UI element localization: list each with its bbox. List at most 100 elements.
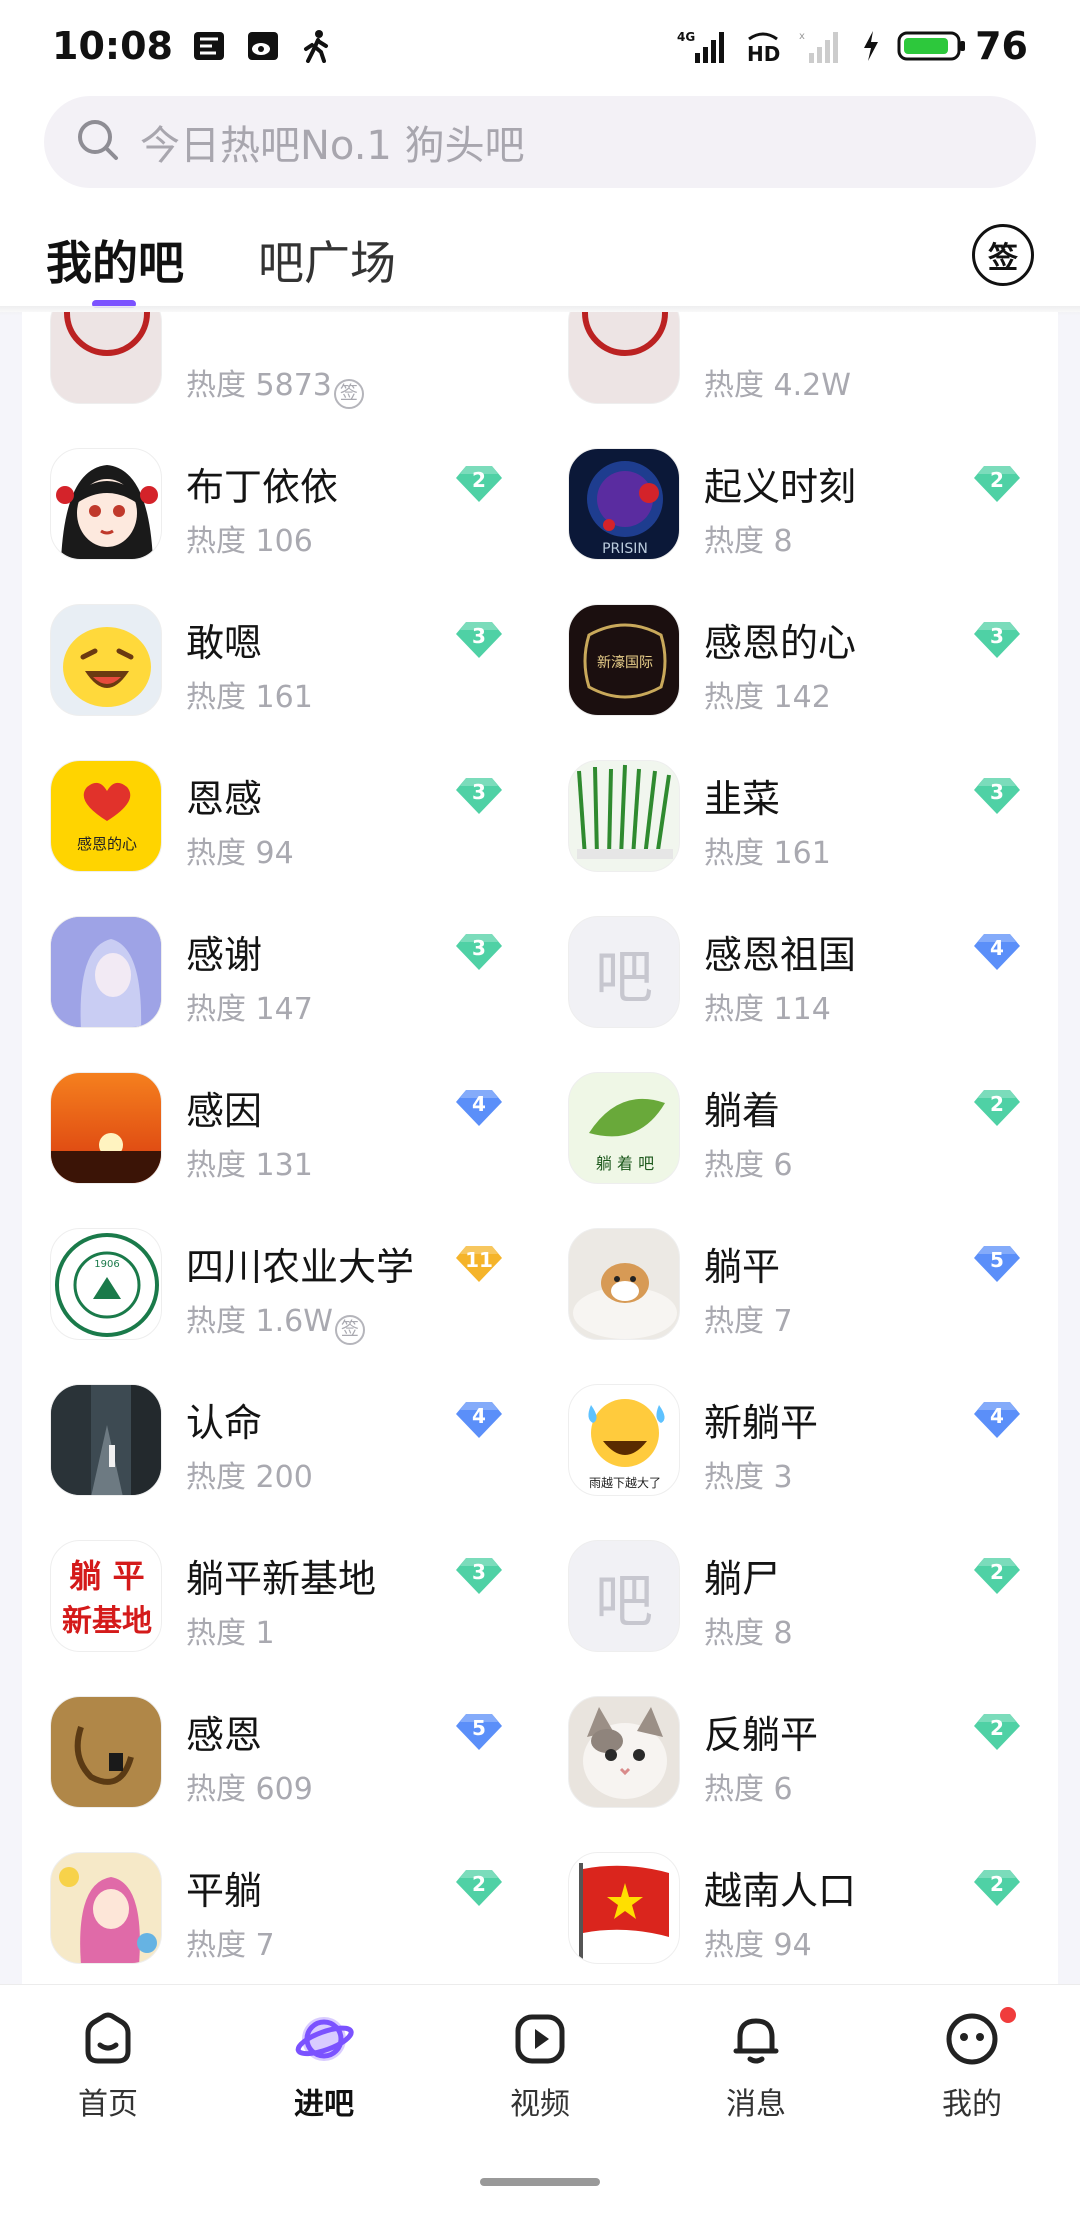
bar-card[interactable]: 敢嗯 热度 161 3	[22, 568, 540, 724]
bar-card[interactable]: 热度 4.2W	[540, 312, 1058, 412]
bar-avatar: 雨越下越大了	[568, 1384, 680, 1496]
bar-row: 感谢 热度 147 3 吧 感恩祖国 热度 114 4	[22, 880, 1058, 1036]
search-input[interactable]: 今日热吧No.1 狗头吧	[44, 96, 1036, 188]
svg-text:PRISIN: PRISIN	[602, 541, 648, 557]
level-badge: 3	[454, 932, 504, 972]
bar-avatar	[568, 312, 680, 404]
bar-card[interactable]: 韭菜热度 161 3	[540, 724, 1058, 880]
level-badge: 2	[454, 1868, 504, 1908]
level-number: 5	[472, 1716, 486, 1740]
bar-name: 起义时刻	[704, 465, 857, 509]
battery-icon	[897, 28, 967, 64]
nav-video[interactable]: 视频	[432, 1985, 648, 2134]
bar-name: 四川农业大学	[186, 1245, 415, 1289]
signed-icon: 签	[334, 1315, 365, 1345]
level-number: 2	[990, 1560, 1004, 1584]
bar-card[interactable]: 认命 热度 200 4	[22, 1348, 540, 1504]
bar-card[interactable]: 雨越下越大了 新躺平 热度 3 4	[540, 1348, 1058, 1504]
bar-avatar: 新濠国际	[568, 604, 680, 716]
bar-heat-text: 热度 106	[186, 524, 313, 559]
bar-heat-text: 热度 8	[704, 524, 793, 559]
bar-card[interactable]: 躺 平新基地 躺平新基地 热度 1 3	[22, 1504, 540, 1660]
svg-text:1906: 1906	[94, 1259, 119, 1270]
bar-card[interactable]: 平躺热度 7 2	[22, 1816, 540, 1972]
bar-heat: 热度 7	[704, 1296, 793, 1340]
level-number: 5	[990, 1248, 1004, 1272]
bar-heat-text: 热度 3	[704, 1460, 793, 1495]
bar-avatar	[50, 1696, 162, 1808]
bar-heat-text: 热度 94	[186, 836, 294, 871]
bar-avatar	[568, 1852, 680, 1964]
bar-card[interactable]: 感恩的心 恩感 热度 94 3	[22, 724, 540, 880]
bar-card[interactable]: 吧 感恩祖国 热度 114 4	[540, 880, 1058, 1036]
notification-dot	[1000, 2007, 1016, 2023]
bar-heat: 热度 8	[704, 1608, 793, 1652]
level-number: 3	[472, 624, 486, 648]
bar-card[interactable]: 新濠国际 感恩的心 热度 142 3	[540, 568, 1058, 724]
bar-card-partial[interactable]	[540, 1972, 1058, 1984]
bar-heat: 热度 7	[186, 1920, 275, 1964]
home-indicator[interactable]	[480, 2178, 600, 2186]
bar-card[interactable]: PRISIN 起义时刻 热度 8 2	[540, 412, 1058, 568]
level-badge: 2	[972, 1868, 1022, 1908]
bar-card[interactable]: 感恩 热度 609 5	[22, 1660, 540, 1816]
bar-name: 平躺	[186, 1869, 263, 1913]
bar-avatar	[50, 1852, 162, 1964]
bar-card[interactable]: 躺 着 吧 躺着 热度 6 2	[540, 1036, 1058, 1192]
nav-messages-label: 消息	[726, 2087, 786, 2122]
level-badge: 3	[454, 620, 504, 660]
bar-heat: 热度 3	[704, 1452, 793, 1496]
svg-text:x: x	[799, 31, 805, 42]
nav-messages[interactable]: 消息	[648, 1985, 864, 2134]
bar-card[interactable]: 吧 躺尸 热度 8 2	[540, 1504, 1058, 1660]
bell-icon	[726, 2009, 786, 2069]
bar-card[interactable]: 1906 四川农业大学热度 1.6W 签 11	[22, 1192, 540, 1348]
bar-heat: 热度 161	[186, 672, 313, 716]
bar-heat: 热度 161	[704, 828, 831, 872]
nav-home[interactable]: 首页	[0, 1985, 216, 2134]
bar-avatar	[568, 1696, 680, 1808]
bar-heat: 热度 200	[186, 1452, 313, 1496]
tab-bar-square[interactable]: 吧广场	[258, 227, 396, 293]
bar-card[interactable]: 感谢 热度 147 3	[22, 880, 540, 1036]
bar-card[interactable]: 反躺平 热度 6 2	[540, 1660, 1058, 1816]
bar-card[interactable]: 布丁依依 热度 106 2	[22, 412, 540, 568]
svg-text:雨越下越大了: 雨越下越大了	[589, 1476, 661, 1490]
bar-avatar: 躺 着 吧	[568, 1072, 680, 1184]
svg-text:4G: 4G	[677, 30, 695, 44]
bar-row: 认命 热度 200 4 雨越下越大了 新躺平 热度 3 4	[22, 1348, 1058, 1504]
level-badge: 3	[454, 776, 504, 816]
sign-in-button[interactable]: 签	[972, 224, 1034, 286]
bar-card[interactable]: 感因 热度 131 4	[22, 1036, 540, 1192]
nav-mine[interactable]: 我的	[864, 1985, 1080, 2134]
nav-video-label: 视频	[510, 2087, 570, 2122]
tab-my-bars[interactable]: 我的吧	[46, 227, 184, 293]
bar-name: 感谢	[186, 933, 263, 977]
bar-heat-text: 热度 1.6W	[186, 1304, 333, 1339]
level-badge: 11	[454, 1244, 504, 1284]
bar-name: 感因	[186, 1089, 263, 1133]
bar-heat: 热度 1.6W 签	[186, 1296, 365, 1345]
bar-name: 韭菜	[704, 777, 781, 821]
level-number: 3	[472, 1560, 486, 1584]
hd-icon: HD	[743, 28, 783, 64]
level-number: 4	[472, 1092, 486, 1116]
svg-text:新基地: 新基地	[62, 1604, 152, 1639]
level-number: 2	[990, 1716, 1004, 1740]
bottom-nav: 首页 进吧 视频 消息 我的	[0, 1984, 1080, 2134]
bar-card[interactable]: 越南人口 热度 94 2	[540, 1816, 1058, 1972]
nav-bars[interactable]: 进吧	[216, 1985, 432, 2134]
signal-weak-icon: x	[799, 28, 845, 64]
bar-heat: 热度 4.2W	[704, 360, 851, 404]
bar-card-partial[interactable]	[22, 1972, 540, 1984]
bar-card[interactable]: 热度 5873 签	[22, 312, 540, 412]
level-number: 3	[990, 780, 1004, 804]
bar-heat-text: 热度 5873	[186, 368, 332, 403]
bar-avatar-placeholder: 吧	[568, 916, 680, 1028]
placeholder-glyph: 吧	[594, 943, 653, 1011]
bar-row: 1906 四川农业大学 热度 1.6W 签 11 躺平 热度 7 5	[22, 1192, 1058, 1348]
bar-card[interactable]: 躺平 热度 7 5	[540, 1192, 1058, 1348]
bar-name: 恩感	[186, 777, 263, 821]
level-badge: 2	[972, 1088, 1022, 1128]
tab-bar: 我的吧 吧广场	[0, 210, 1080, 310]
